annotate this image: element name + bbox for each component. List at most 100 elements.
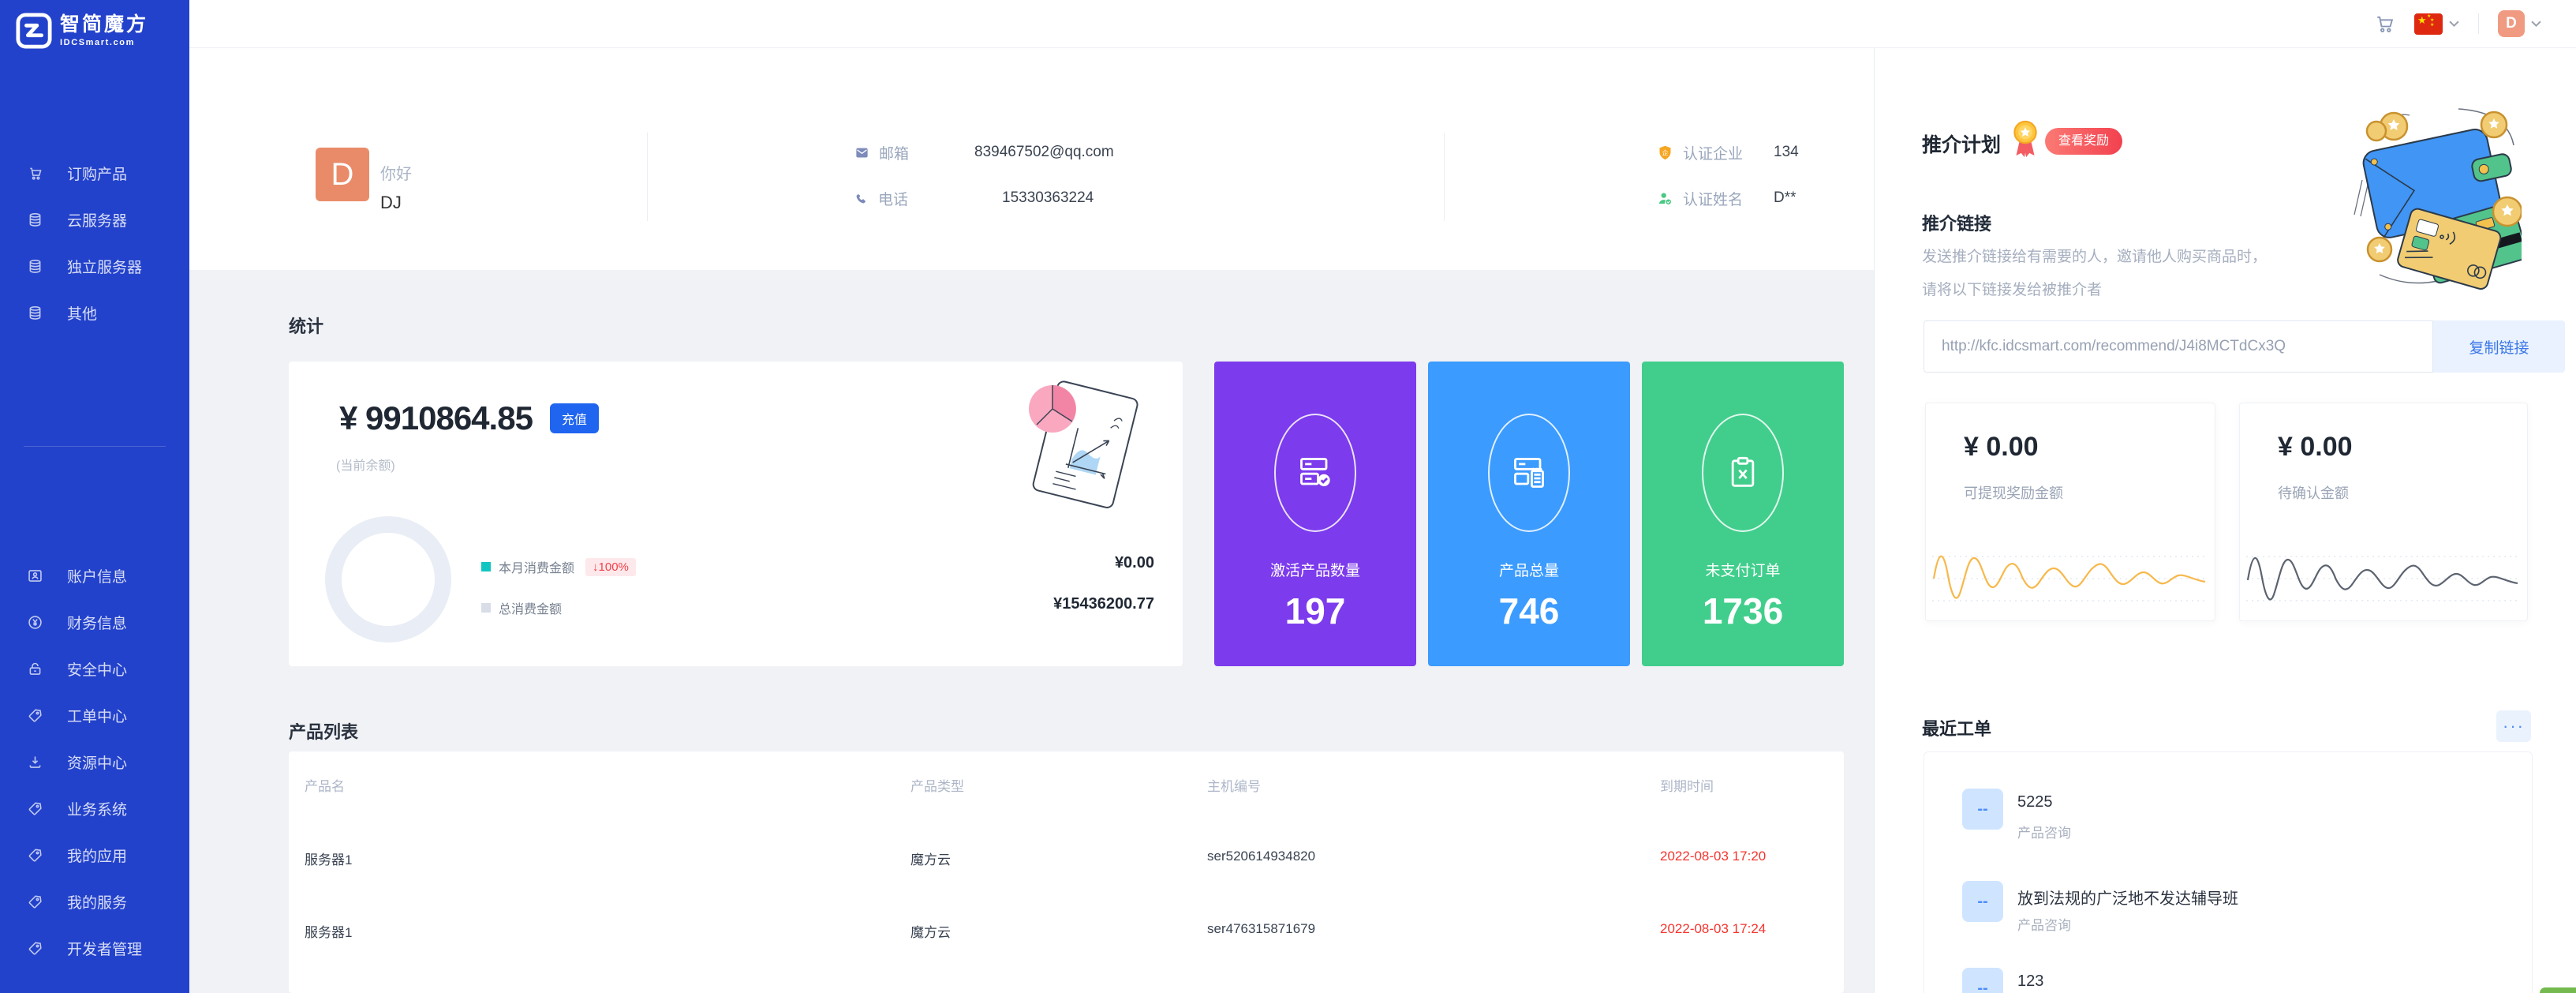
total-consumption-value: ¥15436200.77 (1053, 595, 1154, 613)
user-name: DJ (380, 193, 402, 213)
ticket-icon: -- (1962, 881, 2003, 922)
sidebar-item-ticket-center[interactable]: 工单中心 (0, 692, 189, 739)
ticket-category: 产品咨询 (2017, 822, 2071, 841)
icon-ellipse (1274, 414, 1356, 532)
pending-amount-card: ¥ 0.00 待确认金额 (2239, 403, 2528, 621)
sidebar-item-cloud-server[interactable]: 云服务器 (0, 197, 189, 243)
referral-desc-line2: 请将以下链接发给被推介者 (1922, 278, 2102, 299)
cell-host-id: ser476315871679 (1207, 921, 1315, 937)
tag-icon (27, 707, 43, 724)
reward-amount: ¥ 0.00 (2278, 432, 2353, 463)
view-rewards-button[interactable]: 查看奖励 (2045, 128, 2122, 155)
cart-icon[interactable] (2373, 13, 2395, 35)
database-icon (27, 258, 43, 275)
email-row: 邮箱 (854, 142, 909, 163)
server-check-icon (1293, 451, 1337, 495)
referral-link-title: 推介链接 (1922, 210, 1991, 235)
sidebar: 智简魔方 IDCSmart.com 订购产品 云服务器 独立服务器 其他 账户信… (0, 0, 189, 993)
icon-ellipse (1488, 414, 1570, 532)
sidebar-item-resource-center[interactable]: 资源中心 (0, 739, 189, 785)
cert-company-row: 企 认证企业 (1657, 142, 1743, 163)
yen-circle-icon (27, 614, 43, 631)
sidebar-item-dedicated-server[interactable]: 独立服务器 (0, 243, 189, 290)
chevron-down-icon (2531, 21, 2541, 28)
divider (647, 133, 648, 221)
cell-expiry: 2022-08-03 17:20 (1660, 849, 1766, 864)
sidebar-item-security-center[interactable]: 安全中心 (0, 646, 189, 692)
sidebar-item-developer-admin[interactable]: 开发者管理 (0, 925, 189, 972)
language-selector[interactable]: ★★★★ (2414, 13, 2459, 35)
ticket-item[interactable]: -- 放到法规的广泛地不发达辅导班 产品咨询 (1962, 881, 2516, 930)
sparkline-chart (1932, 539, 2207, 613)
email-label: 邮箱 (879, 142, 909, 163)
reward-label: 待确认金额 (2278, 482, 2349, 503)
cell-product-type: 魔方云 (910, 849, 951, 868)
card-label: 产品总量 (1428, 559, 1630, 580)
sidebar-item-my-apps[interactable]: 我的应用 (0, 832, 189, 879)
sidebar-item-my-services[interactable]: 我的服务 (0, 879, 189, 925)
referral-link-input[interactable]: http://kfc.idcsmart.com/recommend/J4i8MC… (1924, 320, 2433, 373)
cell-product-name: 服务器1 (305, 849, 352, 868)
legend-total-label: 总消费金额 (499, 598, 562, 617)
user-menu[interactable]: D (2498, 10, 2541, 37)
ticket-item[interactable]: -- 123 (1962, 968, 2516, 993)
lock-icon (27, 661, 43, 677)
card-value: 197 (1214, 590, 1416, 632)
ticket-title: 123 (2017, 972, 2043, 991)
legend-swatch-month (481, 562, 491, 571)
recharge-button[interactable]: 充值 (550, 403, 599, 433)
sidebar-item-finance-info[interactable]: 财务信息 (0, 599, 189, 646)
cell-product-type: 魔方云 (910, 921, 951, 941)
sidebar-item-others[interactable]: 其他 (0, 290, 189, 336)
sidebar-item-business-system[interactable]: 业务系统 (0, 785, 189, 832)
col-header-product-name: 产品名 (305, 775, 345, 795)
svg-text:企: 企 (1662, 149, 1669, 157)
ticket-title: 5225 (2017, 793, 2053, 811)
divider (1444, 133, 1445, 221)
download-icon (27, 754, 43, 770)
tag-icon (27, 940, 43, 957)
phone-row: 电话 (854, 188, 908, 209)
phone-value: 15330363224 (1002, 189, 1094, 207)
brand-logo-icon (16, 13, 52, 49)
server-list-icon (1507, 451, 1551, 495)
cert-name-label: 认证姓名 (1683, 188, 1743, 209)
envelope-icon (854, 145, 869, 160)
reward-label: 可提现奖励金额 (1964, 482, 2063, 503)
brand-logo[interactable]: 智简魔方 IDCSmart.com (16, 13, 148, 49)
withdrawable-reward-card: ¥ 0.00 可提现奖励金额 (1925, 403, 2215, 621)
database-icon (27, 305, 43, 321)
cert-name-row: 认证姓名 (1657, 188, 1743, 209)
active-products-card: 激活产品数量 197 (1214, 362, 1416, 666)
cart-icon (27, 165, 43, 182)
top-header: ★★★★ D (189, 0, 2576, 48)
col-header-product-type: 产品类型 (910, 775, 964, 795)
ticket-icon: -- (1962, 968, 2003, 993)
card-label: 激活产品数量 (1214, 559, 1416, 580)
user-info-card: D 你好 DJ 邮箱 839467502@qq.com 电话 153303632… (189, 47, 1874, 270)
brand-name: 智简魔方 (60, 15, 148, 35)
stats-section-title: 统计 (289, 313, 323, 338)
card-label: 未支付订单 (1642, 559, 1844, 580)
sidebar-item-account-info[interactable]: 账户信息 (0, 553, 189, 599)
legend-total-row: 总消费金额 (481, 598, 562, 617)
cert-company-label: 认证企业 (1683, 142, 1743, 163)
chat-widget-button[interactable] (2540, 987, 2576, 993)
total-products-card: 产品总量 746 (1428, 362, 1630, 666)
main-content: D 你好 DJ 邮箱 839467502@qq.com 电话 153303632… (189, 47, 1874, 993)
chevron-down-icon (2449, 21, 2459, 28)
database-icon (27, 212, 43, 228)
sidebar-item-order-products[interactable]: 订购产品 (0, 150, 189, 197)
copy-link-button[interactable]: 复制链接 (2433, 320, 2565, 373)
product-table: 产品名 产品类型 主机编号 到期时间 服务器1 魔方云 ser520614934… (289, 751, 1844, 993)
company-shield-icon: 企 (1657, 144, 1673, 161)
tickets-more-button[interactable]: ··· (2496, 710, 2531, 742)
greeting-text: 你好 (380, 161, 412, 184)
phone-icon (854, 192, 869, 206)
ticket-item[interactable]: -- 5225 产品咨询 (1962, 789, 2516, 837)
sidebar-divider (24, 446, 166, 447)
month-consumption-value: ¥0.00 (1115, 554, 1154, 572)
recent-tickets-title: 最近工单 (1922, 715, 1991, 740)
sparkline-chart (2246, 539, 2519, 613)
email-value: 839467502@qq.com (974, 144, 1114, 161)
